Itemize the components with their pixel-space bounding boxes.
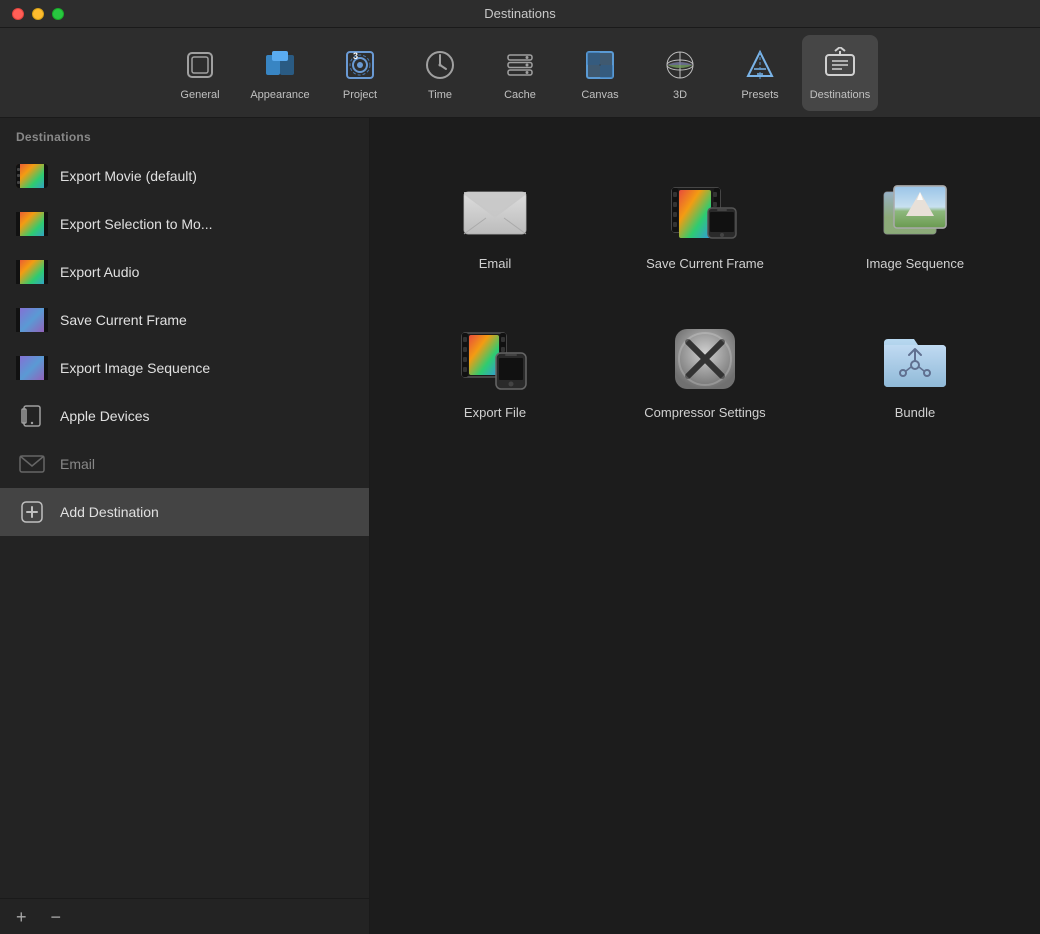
image-sequence-tile-icon [879, 174, 951, 246]
sidebar-item-email[interactable]: Email [0, 440, 369, 488]
time-label: Time [428, 89, 452, 101]
sidebar-header: Destinations [0, 118, 369, 152]
destinations-icon [820, 45, 860, 85]
close-button[interactable] [12, 8, 24, 20]
email-sidebar-icon [16, 448, 48, 480]
bundle-tile-icon [879, 323, 951, 395]
toolbar-item-project[interactable]: 3 Project [322, 35, 398, 111]
email-label: Email [60, 456, 95, 472]
destinations-label: Destinations [810, 89, 871, 101]
destination-grid: Email [390, 148, 1020, 446]
email-tile-label: Email [479, 256, 512, 271]
export-file-tile-label: Export File [464, 405, 526, 420]
presets-label: Presets [741, 89, 778, 101]
export-audio-label: Export Audio [60, 264, 139, 280]
toolbar-item-presets[interactable]: Presets [722, 35, 798, 111]
sidebar-item-export-audio[interactable]: Export Audio [0, 248, 369, 296]
sidebar-item-apple-devices[interactable]: Apple Devices [0, 392, 369, 440]
presets-icon [740, 45, 780, 85]
sidebar-list: Export Movie (default) Export Selection … [0, 152, 369, 898]
toolbar-item-canvas[interactable]: Canvas [562, 35, 638, 111]
export-movie-label: Export Movie (default) [60, 168, 197, 184]
destination-tile-export-file[interactable]: Export File [400, 307, 590, 436]
3d-label: 3D [673, 89, 687, 101]
toolbar-item-time[interactable]: Time [402, 35, 478, 111]
maximize-button[interactable] [52, 8, 64, 20]
general-icon [180, 45, 220, 85]
bundle-tile-label: Bundle [895, 405, 935, 420]
sidebar-item-export-image-sequence[interactable]: Export Image Sequence [0, 344, 369, 392]
window-controls[interactable] [12, 8, 64, 20]
destination-tile-compressor-settings[interactable]: Compressor Settings [610, 307, 800, 436]
export-movie-icon [16, 160, 48, 192]
appearance-label: Appearance [250, 89, 309, 101]
destination-tile-save-current-frame[interactable]: Save Current Frame [610, 158, 800, 287]
image-sequence-tile-label: Image Sequence [866, 256, 964, 271]
sidebar: Destinations [0, 118, 370, 934]
toolbar-item-cache[interactable]: Cache [482, 35, 558, 111]
toolbar-item-3d[interactable]: 3D [642, 35, 718, 111]
sidebar-footer: + − [0, 898, 369, 934]
sidebar-item-add-destination[interactable]: Add Destination [0, 488, 369, 536]
destination-tile-bundle[interactable]: Bundle [820, 307, 1010, 436]
project-icon: 3 [340, 45, 380, 85]
3d-icon [660, 45, 700, 85]
save-current-frame-label: Save Current Frame [60, 312, 187, 328]
canvas-icon [580, 45, 620, 85]
add-destination-icon [16, 496, 48, 528]
save-current-frame-tile-icon [669, 174, 741, 246]
export-audio-icon [16, 256, 48, 288]
time-icon [420, 45, 460, 85]
export-file-tile-icon [459, 323, 531, 395]
save-current-frame-tile-label: Save Current Frame [646, 256, 764, 271]
minimize-button[interactable] [32, 8, 44, 20]
export-selection-label: Export Selection to Mo... [60, 216, 213, 232]
export-image-sequence-label: Export Image Sequence [60, 360, 210, 376]
add-destination-label: Add Destination [60, 504, 159, 520]
toolbar: General Appearance 3 Project [0, 28, 1040, 118]
cache-icon [500, 45, 540, 85]
save-current-frame-sidebar-icon [16, 304, 48, 336]
window-title: Destinations [484, 6, 556, 21]
right-panel: Email [370, 118, 1040, 934]
sidebar-item-export-movie[interactable]: Export Movie (default) [0, 152, 369, 200]
export-image-sequence-icon [16, 352, 48, 384]
appearance-icon [260, 45, 300, 85]
export-selection-icon [16, 208, 48, 240]
destination-tile-email[interactable]: Email [400, 158, 590, 287]
compressor-settings-tile-label: Compressor Settings [644, 405, 765, 420]
sidebar-item-export-selection[interactable]: Export Selection to Mo... [0, 200, 369, 248]
titlebar: Destinations [0, 0, 1040, 28]
apple-devices-label: Apple Devices [60, 408, 150, 424]
remove-button[interactable]: − [47, 908, 66, 926]
main-content: Destinations [0, 118, 1040, 934]
toolbar-item-appearance[interactable]: Appearance [242, 35, 318, 111]
project-label: Project [343, 89, 377, 101]
toolbar-item-destinations[interactable]: Destinations [802, 35, 878, 111]
destination-tile-image-sequence[interactable]: Image Sequence [820, 158, 1010, 287]
toolbar-item-general[interactable]: General [162, 35, 238, 111]
apple-devices-sidebar-icon [16, 400, 48, 432]
canvas-label: Canvas [581, 89, 618, 101]
email-tile-icon [459, 174, 531, 246]
sidebar-item-save-current-frame[interactable]: Save Current Frame [0, 296, 369, 344]
cache-label: Cache [504, 89, 536, 101]
compressor-settings-tile-icon [669, 323, 741, 395]
add-button[interactable]: + [12, 908, 31, 926]
general-label: General [180, 89, 219, 101]
